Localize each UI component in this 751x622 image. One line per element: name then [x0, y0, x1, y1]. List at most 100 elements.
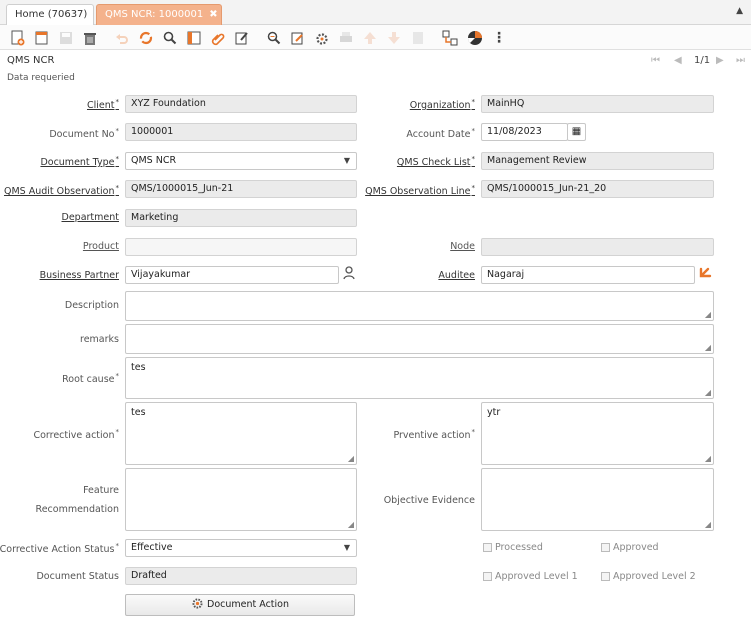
feature-recommendation-label-line1: Feature: [83, 485, 119, 496]
archive-icon[interactable]: [408, 28, 428, 47]
resize-grip-icon[interactable]: ◢: [348, 454, 354, 463]
node-label[interactable]: Node: [450, 241, 475, 252]
corrective-action-label: Corrective action*: [33, 428, 119, 442]
request-icon[interactable]: [288, 28, 308, 47]
print-icon[interactable]: [336, 28, 356, 47]
document-type-select[interactable]: QMS NCR ▼: [125, 152, 357, 170]
close-icon[interactable]: ✖: [209, 9, 217, 20]
approved-level1-label: Approved Level 1: [495, 571, 578, 582]
resize-grip-icon[interactable]: ◢: [705, 520, 711, 529]
corrective-action-status-select[interactable]: Effective ▼: [125, 539, 357, 557]
client-field[interactable]: XYZ Foundation: [125, 95, 357, 113]
preventive-action-textarea[interactable]: ytr ◢: [481, 402, 714, 465]
resize-grip-icon[interactable]: ◢: [705, 388, 711, 397]
arrow-up-icon[interactable]: [360, 28, 380, 47]
zoom-across-icon[interactable]: [264, 28, 284, 47]
business-partner-field[interactable]: Vijayakumar: [125, 266, 339, 284]
chevron-down-icon[interactable]: ▼: [339, 154, 355, 168]
document-type-value: QMS NCR: [131, 155, 177, 166]
remarks-label: remarks: [80, 334, 119, 345]
audit-observation-field[interactable]: QMS/1000015_Jun-21: [125, 180, 357, 198]
business-partner-label[interactable]: Business Partner: [40, 270, 119, 281]
corrective-action-status-value: Effective: [131, 542, 173, 553]
tab-qms-ncr[interactable]: QMS NCR: 1000001 ✖: [96, 4, 222, 25]
refresh-icon[interactable]: [136, 28, 156, 47]
corrective-action-status-label: Corrective Action Status*: [0, 542, 119, 556]
zoom-icon[interactable]: [698, 267, 712, 283]
calendar-icon[interactable]: ▦: [567, 123, 586, 141]
auditee-field[interactable]: Nagaraj: [481, 266, 695, 284]
process-gear-icon[interactable]: [312, 28, 332, 47]
approved-checkbox-box[interactable]: [601, 543, 610, 552]
root-cause-label: Root cause*: [62, 372, 119, 386]
root-cause-textarea[interactable]: tes ◢: [125, 357, 714, 399]
workflow-icon[interactable]: [440, 28, 460, 47]
chevron-down-icon[interactable]: ▼: [339, 541, 355, 555]
product-label[interactable]: Product: [83, 241, 119, 252]
next-record-icon[interactable]: ▶: [716, 55, 724, 66]
organization-field[interactable]: MainHQ: [481, 95, 714, 113]
audit-observation-label[interactable]: QMS Audit Observation*: [4, 184, 119, 197]
last-record-icon[interactable]: ⏭: [736, 55, 745, 66]
organization-label[interactable]: Organization*: [410, 98, 475, 111]
approved-checkbox[interactable]: Approved: [601, 542, 659, 553]
tab-qms-ncr-label: QMS NCR: 1000001: [105, 9, 204, 20]
find-icon[interactable]: [160, 28, 180, 47]
delete-icon[interactable]: [80, 28, 100, 47]
document-status-field[interactable]: Drafted: [125, 567, 357, 585]
department-label[interactable]: Department: [62, 212, 120, 223]
approved-level2-label: Approved Level 2: [613, 571, 696, 582]
record-position: 1/1: [694, 55, 711, 66]
collapse-icon[interactable]: ▲: [736, 6, 743, 16]
approved-level1-checkbox[interactable]: Approved Level 1: [483, 571, 578, 582]
feature-recommendation-label-line2: Recommendation: [35, 504, 119, 515]
objective-evidence-textarea[interactable]: ◢: [481, 468, 714, 531]
check-list-field[interactable]: Management Review: [481, 152, 714, 170]
document-action-label: Document Action: [207, 599, 289, 610]
product-field[interactable]: [125, 238, 357, 256]
approved-level2-checkbox-box[interactable]: [601, 572, 610, 581]
preventive-action-label: Prventive action*: [393, 428, 475, 442]
document-type-label[interactable]: Document Type*: [40, 155, 119, 168]
arrow-down-icon[interactable]: [384, 28, 404, 47]
attachment-grid-icon[interactable]: [184, 28, 204, 47]
corrective-action-textarea[interactable]: tes ◢: [125, 402, 357, 465]
approved-level2-checkbox[interactable]: Approved Level 2: [601, 571, 696, 582]
processed-checkbox[interactable]: Processed: [483, 542, 543, 553]
undo-icon[interactable]: [112, 28, 132, 47]
remarks-textarea[interactable]: ◢: [125, 324, 714, 354]
description-textarea[interactable]: ◢: [125, 291, 714, 321]
observation-line-field[interactable]: QMS/1000015_Jun-21_20: [481, 180, 714, 198]
resize-grip-icon[interactable]: ◢: [705, 343, 711, 352]
document-action-button[interactable]: Document Action: [125, 594, 355, 616]
previous-record-icon[interactable]: ◀: [674, 55, 682, 66]
more-menu-icon[interactable]: ⋮: [489, 28, 509, 47]
account-date-field[interactable]: 11/08/2023: [481, 123, 568, 141]
resize-grip-icon[interactable]: ◢: [705, 454, 711, 463]
copy-record-icon[interactable]: [32, 28, 52, 47]
auditee-label[interactable]: Auditee: [438, 270, 475, 281]
document-no-field[interactable]: 1000001: [125, 123, 357, 141]
approved-level1-checkbox-box[interactable]: [483, 572, 492, 581]
node-field[interactable]: [481, 238, 714, 256]
report-chart-icon[interactable]: [465, 28, 485, 47]
save-icon[interactable]: [56, 28, 76, 47]
observation-line-label[interactable]: QMS Observation Line*: [365, 184, 475, 197]
resize-grip-icon[interactable]: ◢: [705, 310, 711, 319]
feature-recommendation-textarea[interactable]: ◢: [125, 468, 357, 531]
corrective-action-value: tes: [131, 407, 146, 418]
description-label: Description: [64, 300, 119, 311]
processed-checkbox-box[interactable]: [483, 543, 492, 552]
notes-icon[interactable]: [232, 28, 252, 47]
check-list-label[interactable]: QMS Check List*: [397, 155, 475, 168]
client-label[interactable]: Client*: [87, 98, 119, 111]
new-record-icon[interactable]: [8, 28, 28, 47]
bpartner-lookup-icon[interactable]: [341, 266, 357, 284]
document-no-label: Document No*: [49, 127, 119, 141]
first-record-icon[interactable]: ⏮: [651, 55, 660, 66]
department-field[interactable]: Marketing: [125, 209, 357, 227]
tab-home[interactable]: Home (70637): [6, 4, 94, 25]
resize-grip-icon[interactable]: ◢: [348, 520, 354, 529]
account-date-label: Account Date*: [406, 127, 475, 141]
attach-icon[interactable]: [208, 28, 228, 47]
